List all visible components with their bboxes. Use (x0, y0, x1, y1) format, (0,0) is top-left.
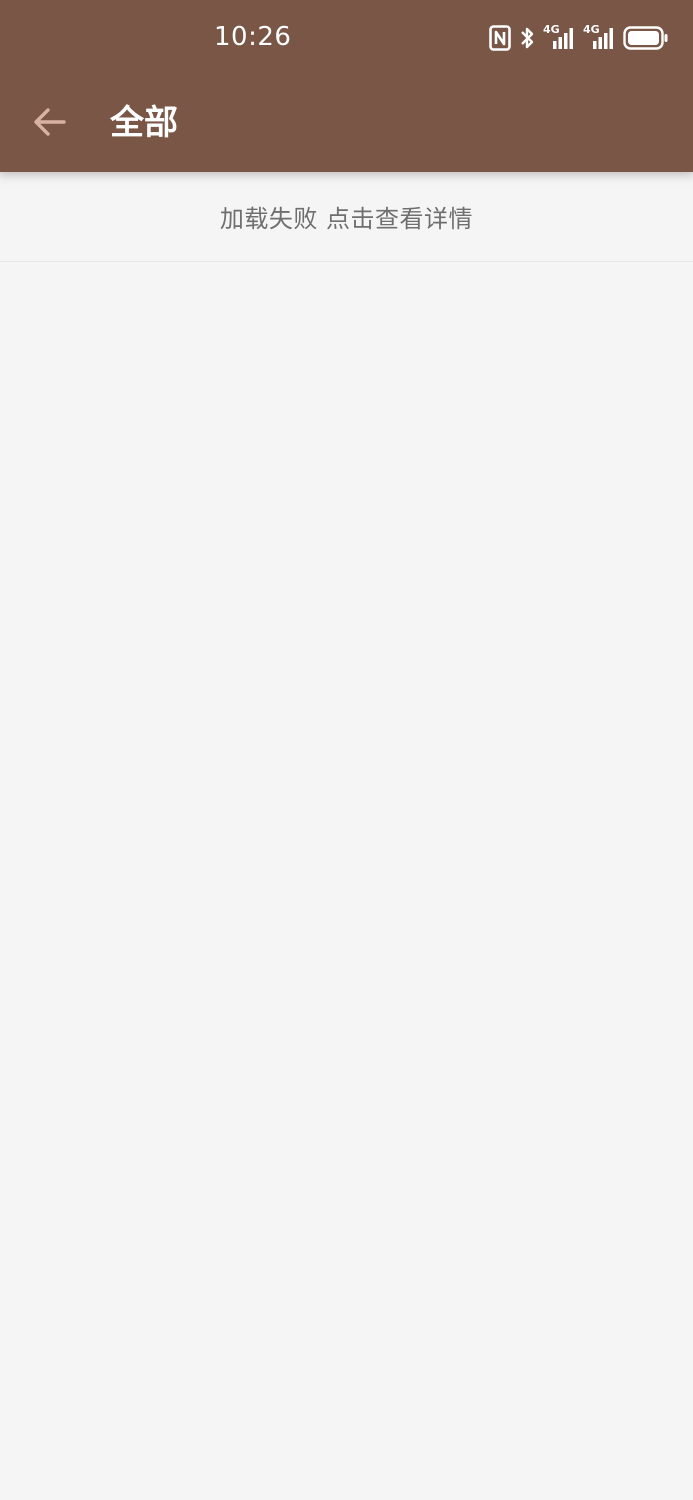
bluetooth-icon (519, 25, 535, 51)
status-icons: 4G 4G (489, 23, 669, 52)
toolbar: 全部 (0, 76, 693, 172)
nfc-icon (489, 25, 511, 51)
app-bar: 10:26 4G 4G 全部 (0, 0, 693, 172)
status-bar: 10:26 4G 4G (0, 0, 693, 76)
status-time: 10:26 (214, 22, 292, 52)
signal-label: 4G (583, 23, 600, 36)
arrow-left-icon (33, 107, 67, 141)
content-area: 加载失败 点击查看详情 (0, 172, 693, 1500)
back-button[interactable] (24, 98, 76, 150)
signal-label: 4G (543, 23, 560, 36)
signal-4g-icon: 4G (543, 23, 575, 51)
load-error-retry[interactable]: 加载失败 点击查看详情 (0, 172, 693, 262)
error-message: 加载失败 点击查看详情 (219, 205, 474, 233)
page-title: 全部 (110, 103, 178, 143)
battery-icon (623, 25, 669, 51)
signal-4g-icon: 4G (583, 23, 615, 51)
